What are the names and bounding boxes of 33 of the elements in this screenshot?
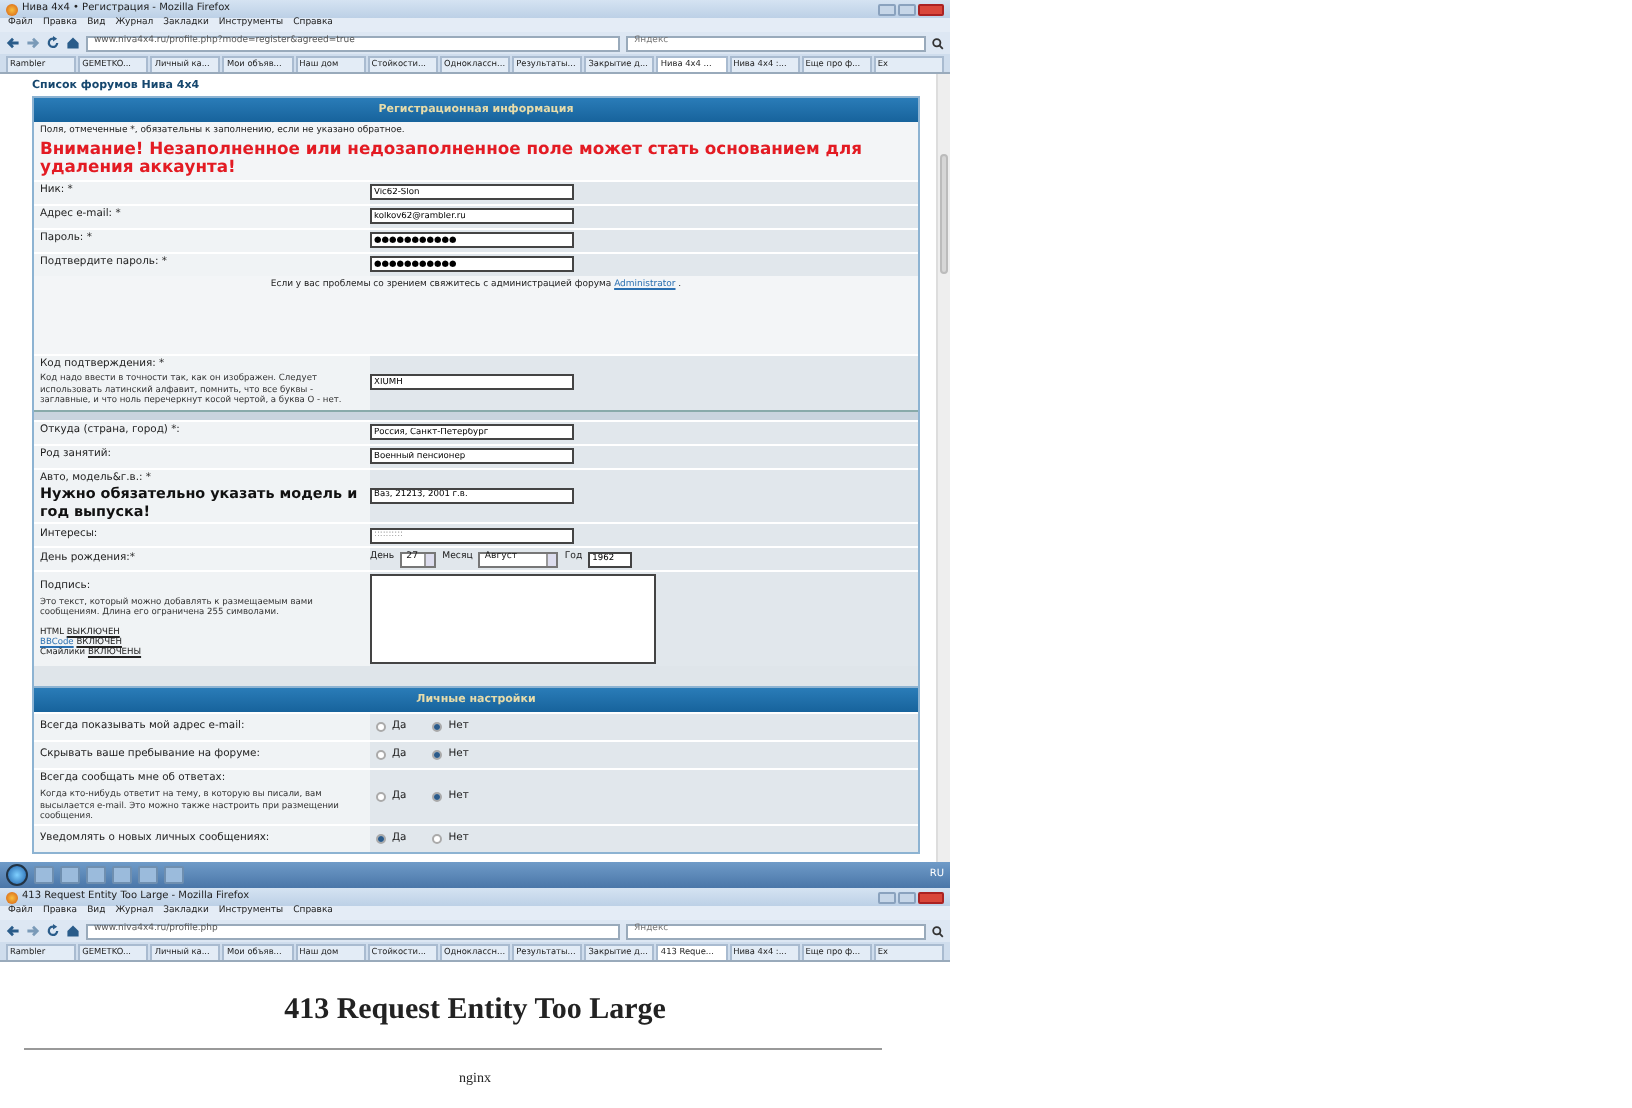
reload-icon[interactable]: [46, 924, 60, 938]
radio-button[interactable]: [376, 792, 386, 803]
error-heading: 413 Request Entity Too Large: [284, 992, 666, 1028]
close-button[interactable]: [918, 891, 944, 903]
warning-text: Внимание! Незаполненное или недозаполненное поле может стать основанием для удаления аккаунта!: [34, 139, 918, 180]
radio-button[interactable]: [432, 750, 443, 761]
radio-button[interactable]: [432, 834, 443, 845]
firefox-logo-icon: [6, 891, 18, 903]
caret-icon: [546, 553, 557, 566]
maximize-button[interactable]: [898, 891, 916, 903]
radio-button[interactable]: [376, 750, 386, 761]
radio-button[interactable]: [376, 722, 386, 733]
back-icon[interactable]: [6, 36, 20, 50]
reload-icon[interactable]: [46, 36, 60, 50]
signature-textarea[interactable]: [370, 574, 656, 665]
home-icon[interactable]: [66, 924, 80, 938]
back-icon[interactable]: [6, 924, 20, 938]
forward-icon[interactable]: [26, 924, 40, 938]
minimize-button[interactable]: [878, 891, 896, 903]
minimize-button[interactable]: [878, 3, 896, 15]
maximize-button[interactable]: [898, 3, 916, 15]
close-button[interactable]: [918, 3, 944, 15]
home-icon[interactable]: [66, 36, 80, 50]
radio-button[interactable]: [376, 834, 386, 845]
firefox-logo-icon: [6, 3, 18, 15]
caret-icon: [424, 553, 435, 566]
forward-icon[interactable]: [26, 36, 40, 50]
radio-button[interactable]: [432, 792, 443, 803]
start-button[interactable]: [6, 864, 28, 886]
search-icon[interactable]: [932, 37, 944, 49]
radio-button[interactable]: [432, 722, 443, 733]
scrollbar[interactable]: [936, 74, 950, 862]
search-icon[interactable]: [932, 925, 944, 937]
